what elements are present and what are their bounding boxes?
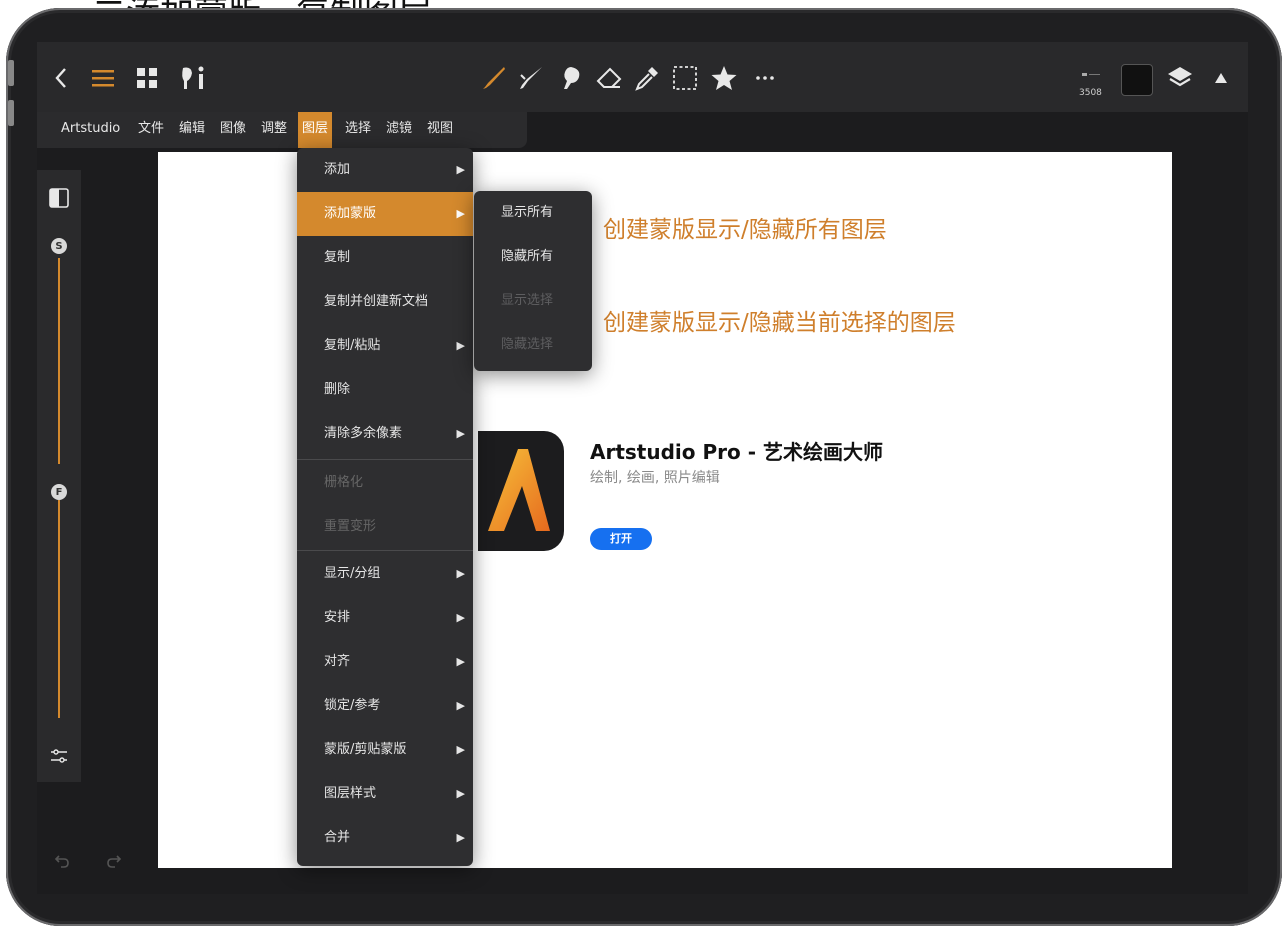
collapse-triangle-icon[interactable] xyxy=(1209,66,1233,90)
chevron-right-icon: ▶ xyxy=(456,163,465,176)
menu-item-add-mask[interactable]: 添加蒙版 ▶ xyxy=(297,192,473,236)
top-toolbar: 3508 xyxy=(37,42,1248,112)
chevron-right-icon: ▶ xyxy=(456,743,465,756)
chevron-right-icon: ▶ xyxy=(456,611,465,624)
menu-adjust[interactable]: 调整 xyxy=(261,112,287,148)
menu-item-label: 清除多余像素 xyxy=(324,426,403,441)
app-subtitle: 绘制, 绘画, 照片编辑 xyxy=(590,470,720,486)
brush-settings-icon[interactable] xyxy=(177,62,211,94)
open-app-button[interactable]: 打开 xyxy=(590,528,652,550)
menu-item-label: 图层样式 xyxy=(324,786,377,801)
back-icon[interactable] xyxy=(49,62,73,94)
menu-item-label: 添加蒙版 xyxy=(324,206,377,221)
selection-tool-icon[interactable] xyxy=(669,62,701,94)
submenu-item-reveal-all[interactable]: 显示所有 xyxy=(474,191,592,235)
menu-item-label: 删除 xyxy=(324,382,351,397)
brush-size-icon[interactable] xyxy=(1079,66,1103,84)
menu-edit[interactable]: 编辑 xyxy=(179,112,205,148)
annotation-mask-all: 创建蒙版显示/隐藏所有图层 xyxy=(603,217,887,243)
eyedropper-tool-icon[interactable] xyxy=(631,62,663,94)
menu-item-label: 复制 xyxy=(324,250,351,265)
menu-item-label: 显示/分组 xyxy=(324,566,381,581)
menu-item-label: 复制/粘贴 xyxy=(324,338,381,353)
menu-item-label: 复制并创建新文档 xyxy=(324,294,429,309)
submenu-item-hide-selection: 隐藏选择 xyxy=(501,337,554,352)
chevron-right-icon: ▶ xyxy=(456,207,465,220)
submenu-item-hide-all[interactable]: 隐藏所有 xyxy=(474,235,592,279)
undo-icon[interactable] xyxy=(51,850,73,872)
chevron-right-icon: ▶ xyxy=(456,655,465,668)
menu-item-lock-reference[interactable]: 锁定/参考 ▶ xyxy=(297,684,473,728)
menu-item-label: 合并 xyxy=(324,830,351,845)
menu-item-arrange[interactable]: 安排 ▶ xyxy=(297,596,473,640)
grid-icon[interactable] xyxy=(133,64,161,92)
smudge-tool-icon[interactable] xyxy=(515,62,547,94)
menu-item-label: 蒙版/剪贴蒙版 xyxy=(324,742,407,757)
menu-item-label: 重置变形 xyxy=(324,519,377,534)
menu-select[interactable]: 选择 xyxy=(345,112,371,148)
menu-item-mask-clipping[interactable]: 蒙版/剪贴蒙版 ▶ xyxy=(297,728,473,772)
menu-file[interactable]: 文件 xyxy=(138,112,164,148)
layers-icon[interactable] xyxy=(1163,62,1197,94)
menu-bar: Artstudio 文件 编辑 图像 调整 图层 选择 滤镜 视图 xyxy=(37,112,527,148)
menu-item-label: 添加 xyxy=(324,162,351,177)
flow-slider-handle[interactable]: F xyxy=(51,484,67,500)
size-slider-handle[interactable]: S xyxy=(51,238,67,254)
favorites-star-icon[interactable] xyxy=(707,61,741,95)
menu-item-reset-transform: 重置变形 xyxy=(297,505,473,549)
app-title: Artstudio Pro - 艺术绘画大师 xyxy=(590,440,883,464)
panel-toggle-icon[interactable] xyxy=(47,186,71,210)
brush-tool-icon[interactable] xyxy=(477,62,509,94)
menu-item-show-group[interactable]: 显示/分组 ▶ xyxy=(297,552,473,596)
chevron-right-icon: ▶ xyxy=(456,427,465,440)
chevron-right-icon: ▶ xyxy=(456,567,465,580)
menu-item-label: 安排 xyxy=(324,610,351,625)
color-swatch[interactable] xyxy=(1121,64,1153,96)
menu-item-duplicate-new-doc[interactable]: 复制并创建新文档 xyxy=(297,280,473,324)
submenu-item-reveal-selection: 显示选择 xyxy=(501,293,554,308)
chevron-right-icon: ▶ xyxy=(456,699,465,712)
menu-item-rasterize: 栅格化 xyxy=(297,461,473,505)
more-tools-icon[interactable] xyxy=(749,62,781,94)
menu-item-delete[interactable]: 删除 xyxy=(297,368,473,412)
menu-item-add[interactable]: 添加 ▶ xyxy=(297,148,473,192)
menu-icon[interactable] xyxy=(89,64,117,92)
menu-filter[interactable]: 滤镜 xyxy=(386,112,412,148)
flow-slider-track[interactable] xyxy=(58,500,60,718)
menu-item-duplicate[interactable]: 复制 xyxy=(297,236,473,280)
slider-settings-icon[interactable] xyxy=(47,744,71,768)
chevron-right-icon: ▶ xyxy=(456,787,465,800)
app-icon xyxy=(478,431,564,551)
menu-item-merge[interactable]: 合并 ▶ xyxy=(297,816,473,860)
left-slider-panel: S F xyxy=(37,170,81,782)
menu-item-copy-paste[interactable]: 复制/粘贴 ▶ xyxy=(297,324,473,368)
eraser-tool-icon[interactable] xyxy=(593,62,625,94)
hardware-button xyxy=(8,60,14,86)
menu-divider xyxy=(297,459,473,460)
menu-item-label: 栅格化 xyxy=(324,475,364,490)
menu-layer[interactable]: 图层 xyxy=(298,112,333,148)
hardware-button xyxy=(8,100,14,126)
annotation-mask-selection: 创建蒙版显示/隐藏当前选择的图层 xyxy=(603,310,956,336)
chevron-right-icon: ▶ xyxy=(456,831,465,844)
redo-icon[interactable] xyxy=(103,850,125,872)
brush-size-value: 3508 xyxy=(1079,88,1102,98)
menu-image[interactable]: 图像 xyxy=(220,112,246,148)
menu-item-label: 锁定/参考 xyxy=(324,698,381,713)
menu-item-align[interactable]: 对齐 ▶ xyxy=(297,640,473,684)
menu-view[interactable]: 视图 xyxy=(427,112,453,148)
blur-tool-icon[interactable] xyxy=(555,62,587,94)
menu-item-layer-style[interactable]: 图层样式 ▶ xyxy=(297,772,473,816)
menu-divider xyxy=(297,550,473,551)
menu-artstudio[interactable]: Artstudio xyxy=(61,112,120,148)
menu-item-label: 对齐 xyxy=(324,654,351,669)
size-slider-track[interactable] xyxy=(58,258,60,464)
menu-item-clear-excess-pixels[interactable]: 清除多余像素 ▶ xyxy=(297,412,473,456)
chevron-right-icon: ▶ xyxy=(456,339,465,352)
add-mask-submenu: 显示所有 隐藏所有 显示选择 隐藏选择 xyxy=(474,191,592,371)
layer-menu: 添加 ▶ 添加蒙版 ▶ 复制 复制并创建新文档 复制/粘贴 ▶ 删除 清除多余像素 ▶ … xyxy=(297,148,473,866)
